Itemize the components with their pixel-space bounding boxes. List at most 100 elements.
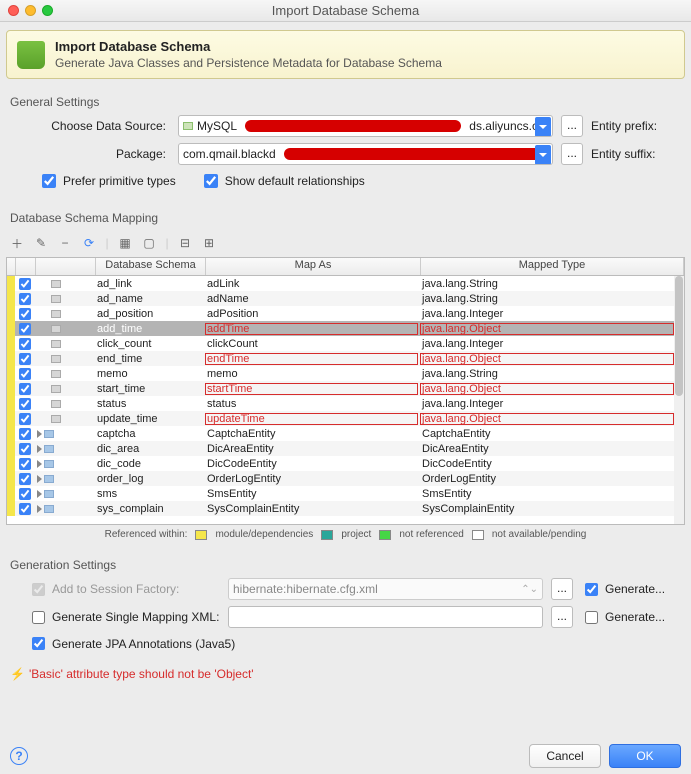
map-as-cell[interactable]: updateTime bbox=[205, 413, 420, 425]
tree-toggle[interactable] bbox=[35, 400, 95, 408]
table-row[interactable]: statusstatusjava.lang.Integer bbox=[7, 396, 684, 411]
tree-toggle[interactable] bbox=[35, 385, 95, 393]
tree-toggle[interactable] bbox=[35, 280, 95, 288]
table-row[interactable]: click_countclickCountjava.lang.Integer bbox=[7, 336, 684, 351]
map-as-cell[interactable]: adPosition bbox=[205, 308, 420, 320]
select-all-button[interactable]: ▦ bbox=[114, 233, 136, 253]
mapped-type-cell[interactable]: java.lang.Object bbox=[420, 323, 684, 335]
row-checkbox[interactable] bbox=[15, 398, 35, 410]
row-checkbox[interactable] bbox=[15, 338, 35, 350]
tree-toggle[interactable] bbox=[35, 370, 95, 378]
map-as-cell[interactable]: SmsEntity bbox=[205, 488, 420, 500]
map-as-cell[interactable]: addTime bbox=[205, 323, 420, 335]
deselect-all-button[interactable]: ▢ bbox=[138, 233, 160, 253]
tree-toggle[interactable] bbox=[35, 340, 95, 348]
table-row[interactable]: add_timeaddTimejava.lang.Object bbox=[7, 321, 684, 336]
map-as-cell[interactable]: adName bbox=[205, 293, 420, 305]
tree-toggle[interactable] bbox=[35, 445, 95, 453]
prefer-primitive-checkbox[interactable]: Prefer primitive types bbox=[38, 171, 176, 191]
mapped-type-cell[interactable]: CaptchaEntity bbox=[420, 428, 684, 440]
mapped-type-cell[interactable]: java.lang.Object bbox=[420, 353, 684, 365]
mapped-type-cell[interactable]: DicCodeEntity bbox=[420, 458, 684, 470]
jpa-annotations-checkbox[interactable] bbox=[32, 637, 45, 650]
row-checkbox[interactable] bbox=[15, 278, 35, 290]
edit-button[interactable]: ✎ bbox=[30, 233, 52, 253]
map-as-cell[interactable]: startTime bbox=[205, 383, 420, 395]
table-row[interactable]: dic_areaDicAreaEntityDicAreaEntity bbox=[7, 441, 684, 456]
tree-toggle[interactable] bbox=[35, 325, 95, 333]
cancel-button[interactable]: Cancel bbox=[529, 744, 601, 768]
mapped-type-cell[interactable]: java.lang.Object bbox=[420, 383, 684, 395]
mapped-type-cell[interactable]: java.lang.Integer bbox=[420, 308, 684, 320]
map-as-cell[interactable]: SysComplainEntity bbox=[205, 503, 420, 515]
table-row[interactable]: start_timestartTimejava.lang.Object bbox=[7, 381, 684, 396]
table-row[interactable]: dic_codeDicCodeEntityDicCodeEntity bbox=[7, 456, 684, 471]
map-as-cell[interactable]: memo bbox=[205, 368, 420, 380]
map-as-cell[interactable]: status bbox=[205, 398, 420, 410]
table-row[interactable]: end_timeendTimejava.lang.Object bbox=[7, 351, 684, 366]
map-as-cell[interactable]: adLink bbox=[205, 278, 420, 290]
tree-toggle[interactable] bbox=[35, 475, 95, 483]
col-mapped-type[interactable]: Mapped Type bbox=[421, 258, 684, 275]
row-checkbox[interactable] bbox=[15, 443, 35, 455]
refresh-button[interactable]: ⟳ bbox=[78, 233, 100, 253]
row-checkbox[interactable] bbox=[15, 473, 35, 485]
mapped-type-cell[interactable]: java.lang.Integer bbox=[420, 398, 684, 410]
package-combo[interactable]: com.qmail.blackd bbox=[178, 143, 553, 165]
single-mapping-input[interactable] bbox=[228, 606, 543, 628]
map-as-cell[interactable]: CaptchaEntity bbox=[205, 428, 420, 440]
mapped-type-cell[interactable]: OrderLogEntity bbox=[420, 473, 684, 485]
collapse-all-button[interactable]: ⊞ bbox=[198, 233, 220, 253]
map-as-cell[interactable]: DicCodeEntity bbox=[205, 458, 420, 470]
mapped-type-cell[interactable]: java.lang.Object bbox=[420, 413, 684, 425]
map-as-cell[interactable]: clickCount bbox=[205, 338, 420, 350]
row-checkbox[interactable] bbox=[15, 458, 35, 470]
generate-2-checkbox[interactable] bbox=[585, 611, 598, 624]
row-checkbox[interactable] bbox=[15, 308, 35, 320]
mapped-type-cell[interactable]: java.lang.String bbox=[420, 368, 684, 380]
row-checkbox[interactable] bbox=[15, 503, 35, 515]
package-browse-button[interactable]: ... bbox=[561, 143, 583, 165]
map-as-cell[interactable]: OrderLogEntity bbox=[205, 473, 420, 485]
session-browse-button[interactable]: ... bbox=[551, 578, 573, 600]
datasource-browse-button[interactable]: ... bbox=[561, 115, 583, 137]
session-factory-combo[interactable]: hibernate:hibernate.cfg.xml ⌃⌄ bbox=[228, 578, 543, 600]
tree-toggle[interactable] bbox=[35, 490, 95, 498]
single-mapping-browse-button[interactable]: ... bbox=[551, 606, 573, 628]
tree-toggle[interactable] bbox=[35, 355, 95, 363]
add-button[interactable]: ＋ bbox=[6, 233, 28, 253]
tree-toggle[interactable] bbox=[35, 430, 95, 438]
row-checkbox[interactable] bbox=[15, 488, 35, 500]
row-checkbox[interactable] bbox=[15, 428, 35, 440]
expand-all-button[interactable]: ⊟ bbox=[174, 233, 196, 253]
col-map-as[interactable]: Map As bbox=[206, 258, 421, 275]
col-database-schema[interactable]: Database Schema bbox=[96, 258, 206, 275]
tree-toggle[interactable] bbox=[35, 505, 95, 513]
row-checkbox[interactable] bbox=[15, 353, 35, 365]
table-row[interactable]: captchaCaptchaEntityCaptchaEntity bbox=[7, 426, 684, 441]
table-row[interactable]: ad_nameadNamejava.lang.String bbox=[7, 291, 684, 306]
schema-table[interactable]: Database Schema Map As Mapped Type ad_li… bbox=[6, 257, 685, 525]
row-checkbox[interactable] bbox=[15, 383, 35, 395]
datasource-combo[interactable]: MySQL ds.aliyuncs.c... bbox=[178, 115, 553, 137]
table-row[interactable]: order_logOrderLogEntityOrderLogEntity bbox=[7, 471, 684, 486]
tree-toggle[interactable] bbox=[35, 460, 95, 468]
table-row[interactable]: smsSmsEntitySmsEntity bbox=[7, 486, 684, 501]
vertical-scrollbar[interactable] bbox=[674, 276, 684, 524]
ok-button[interactable]: OK bbox=[609, 744, 681, 768]
remove-button[interactable]: − bbox=[54, 233, 76, 253]
table-row[interactable]: ad_linkadLinkjava.lang.String bbox=[7, 276, 684, 291]
table-row[interactable]: sys_complainSysComplainEntitySysComplain… bbox=[7, 501, 684, 516]
mapped-type-cell[interactable]: java.lang.Integer bbox=[420, 338, 684, 350]
row-checkbox[interactable] bbox=[15, 413, 35, 425]
table-row[interactable]: ad_positionadPositionjava.lang.Integer bbox=[7, 306, 684, 321]
help-button[interactable]: ? bbox=[10, 747, 28, 765]
row-checkbox[interactable] bbox=[15, 323, 35, 335]
row-checkbox[interactable] bbox=[15, 293, 35, 305]
mapped-type-cell[interactable]: java.lang.String bbox=[420, 278, 684, 290]
generate-1-checkbox[interactable] bbox=[585, 583, 598, 596]
single-mapping-checkbox[interactable] bbox=[32, 611, 45, 624]
mapped-type-cell[interactable]: SmsEntity bbox=[420, 488, 684, 500]
show-default-rel-checkbox[interactable]: Show default relationships bbox=[200, 171, 365, 191]
mapped-type-cell[interactable]: java.lang.String bbox=[420, 293, 684, 305]
